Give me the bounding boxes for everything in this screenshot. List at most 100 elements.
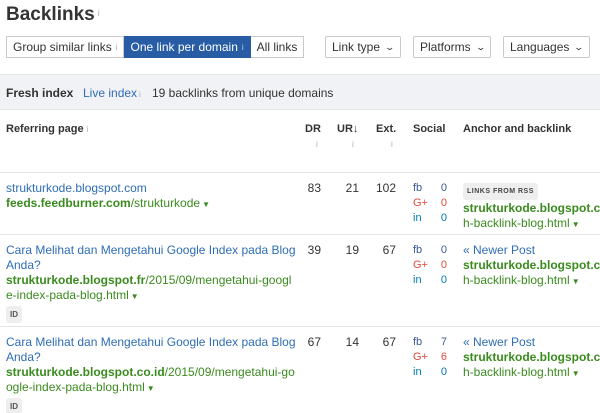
info-icon: i (391, 140, 393, 149)
google-plus-icon: G+ (413, 351, 428, 363)
live-index-label: Live index (83, 86, 138, 100)
group-similar-links-button[interactable]: Group similar links i (6, 36, 125, 58)
linkedin-count: 0 (440, 212, 447, 224)
info-icon: i (316, 140, 318, 149)
social-counts: fb 7 G+ 6 in 0 (413, 335, 447, 380)
all-links-button[interactable]: All links (250, 36, 305, 58)
backlink-domain-link[interactable]: strukturkode.blogspot.co (463, 350, 600, 365)
google-plus-count: 0 (440, 197, 447, 209)
links-from-rss-badge: LINKS FROM RSS (463, 183, 538, 200)
caret-down-icon[interactable]: ▼ (147, 384, 155, 393)
caret-down-icon[interactable]: ▼ (202, 200, 210, 209)
url-domain: feeds.feedburner.com (6, 196, 131, 210)
language-badge: ID (6, 306, 22, 323)
caret-down-icon[interactable]: ▼ (131, 292, 139, 301)
ur-value: 21 (345, 181, 359, 195)
chevron-down-icon: ⌄ (475, 41, 486, 52)
all-links-label: All links (256, 40, 298, 54)
backlink-path: h-backlink-blog.html (463, 273, 570, 287)
table-row: Cara Melihat dan Mengetahui Google Index… (6, 335, 296, 413)
backlink-domain-link[interactable]: strukturkode.blogspot.co (463, 201, 600, 216)
column-header-ext[interactable]: Ext. (376, 123, 396, 135)
toolbar: Group similar links i One link per domain… (6, 36, 600, 58)
info-icon[interactable]: i (98, 8, 100, 18)
link-type-dropdown[interactable]: Link type ⌄ (325, 36, 401, 58)
google-plus-count: 0 (440, 259, 447, 271)
column-header-social[interactable]: Social (413, 123, 445, 135)
referring-page-url-link[interactable]: feeds.feedburner.com/strukturkode ▼ (6, 196, 296, 212)
backlink-path-link[interactable]: h-backlink-blog.html ▼ (463, 365, 600, 381)
languages-dropdown[interactable]: Languages ⌄ (503, 36, 590, 58)
language-badge: ID (6, 398, 22, 413)
one-link-per-domain-label: One link per domain (130, 40, 238, 54)
anchor-and-backlink: LINKS FROM RSS strukturkode.blogspot.co … (463, 182, 600, 232)
one-link-per-domain-button[interactable]: One link per domain i (124, 36, 251, 58)
anchor-and-backlink: « Newer Post strukturkode.blogspot.co h-… (463, 243, 600, 289)
link-type-label: Link type (332, 40, 381, 54)
backlinks-summary: 19 backlinks from unique domains (152, 86, 334, 100)
referring-page-title-link[interactable]: strukturkode.blogspot.com (6, 181, 296, 196)
facebook-icon: fb (413, 336, 423, 348)
anchor-text-link[interactable]: « Newer Post (463, 243, 600, 258)
facebook-icon: fb (413, 244, 423, 256)
column-header-anchor[interactable]: Anchor and backlink (463, 123, 571, 135)
url-path: /strukturkode (130, 196, 201, 210)
linkedin-count: 0 (440, 274, 447, 286)
column-header-label: Referring page (6, 123, 84, 135)
referring-page-url-link[interactable]: strukturkode.blogspot.co.id/2015/09/meng… (6, 365, 296, 396)
live-index-tab[interactable]: Live index i (83, 86, 141, 100)
dr-value: 67 (307, 335, 321, 349)
social-counts: fb 0 G+ 0 in 0 (413, 181, 447, 226)
referring-page-title-link[interactable]: Cara Melihat dan Mengetahui Google Index… (6, 335, 296, 365)
ext-value: 67 (382, 335, 396, 349)
row-divider (0, 234, 600, 235)
table-row: strukturkode.blogspot.com feeds.feedburn… (6, 181, 296, 212)
backlink-domain-link[interactable]: strukturkode.blogspot.co (463, 258, 600, 273)
url-domain: strukturkode.blogspot.fr (6, 273, 146, 287)
ur-value: 14 (345, 335, 359, 349)
backlink-path-link[interactable]: h-backlink-blog.html ▼ (463, 216, 600, 232)
info-icon: i (241, 42, 244, 52)
info-icon: i (352, 140, 354, 149)
column-header-referring-page[interactable]: Referring page i (6, 123, 88, 135)
linkedin-icon: in (413, 274, 422, 286)
row-divider (0, 326, 600, 327)
languages-label: Languages (510, 40, 570, 54)
dr-value: 39 (307, 243, 321, 257)
google-plus-icon: G+ (413, 197, 428, 209)
url-domain: strukturkode.blogspot.co.id (6, 365, 165, 379)
info-icon: i (115, 42, 118, 52)
backlink-path-link[interactable]: h-backlink-blog.html ▼ (463, 273, 600, 289)
info-icon: i (139, 90, 141, 99)
backlink-path: h-backlink-blog.html (463, 216, 570, 230)
ext-value: 102 (375, 181, 396, 195)
fresh-index-tab[interactable]: Fresh index (6, 86, 73, 100)
link-grouping-toggle: Group similar links i One link per domain… (6, 36, 305, 58)
linkedin-icon: in (413, 366, 422, 378)
group-similar-links-label: Group similar links (13, 40, 112, 54)
google-plus-icon: G+ (413, 259, 428, 271)
platforms-dropdown[interactable]: Platforms ⌄ (413, 36, 492, 58)
facebook-count: 0 (440, 182, 447, 194)
caret-down-icon[interactable]: ▼ (572, 277, 580, 286)
column-header-dr[interactable]: DR (305, 123, 321, 135)
referring-page-title-link[interactable]: Cara Melihat dan Mengetahui Google Index… (6, 243, 296, 273)
column-header-ur[interactable]: UR↓ (337, 123, 358, 135)
caret-down-icon[interactable]: ▼ (572, 220, 580, 229)
platforms-label: Platforms (420, 40, 471, 54)
page-title-text: Backlinks (6, 4, 95, 25)
caret-down-icon[interactable]: ▼ (572, 369, 580, 378)
chevron-down-icon: ⌄ (573, 41, 585, 52)
social-counts: fb 0 G+ 0 in 0 (413, 243, 447, 288)
google-plus-count: 6 (440, 351, 447, 363)
facebook-icon: fb (413, 182, 423, 194)
anchor-text-link[interactable]: « Newer Post (463, 335, 600, 350)
referring-page-url-link[interactable]: strukturkode.blogspot.fr/2015/09/mengeta… (6, 273, 296, 304)
linkedin-count: 0 (440, 366, 447, 378)
anchor-and-backlink: « Newer Post strukturkode.blogspot.co h-… (463, 335, 600, 381)
backlink-path: h-backlink-blog.html (463, 365, 570, 379)
ext-value: 67 (382, 243, 396, 257)
chevron-down-icon: ⌄ (384, 41, 396, 52)
dr-value: 83 (307, 181, 321, 195)
facebook-count: 0 (440, 244, 447, 256)
